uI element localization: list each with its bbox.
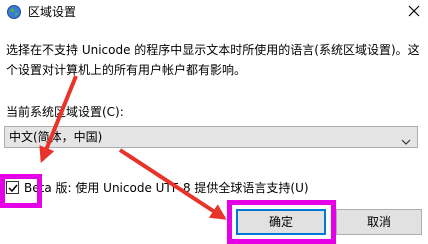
system-locale-dropdown[interactable]: 中文(简体，中国) [4,126,418,148]
beta-utf8-label: Beta 版: 使用 Unicode UTF-8 提供全球语言支持(U) [24,181,309,195]
window-title: 区域设置 [28,5,77,19]
description-text: 选择在不支持 Unicode 的程序中显示文本时所使用的语言(系统区域设置)。这… [6,43,420,77]
beta-utf8-checkbox[interactable] [6,181,19,194]
dropdown-value: 中文(简体，中国) [9,130,103,144]
close-button[interactable] [402,0,428,22]
ok-button[interactable]: 确定 [236,209,326,235]
cancel-button[interactable]: 取消 [336,209,422,235]
title-bar: 区域设置 [0,0,428,24]
current-locale-label: 当前系统区域设置(C): [6,105,124,119]
chevron-down-icon [401,134,411,148]
globe-icon [6,4,22,20]
annotation-arrows [39,75,227,220]
